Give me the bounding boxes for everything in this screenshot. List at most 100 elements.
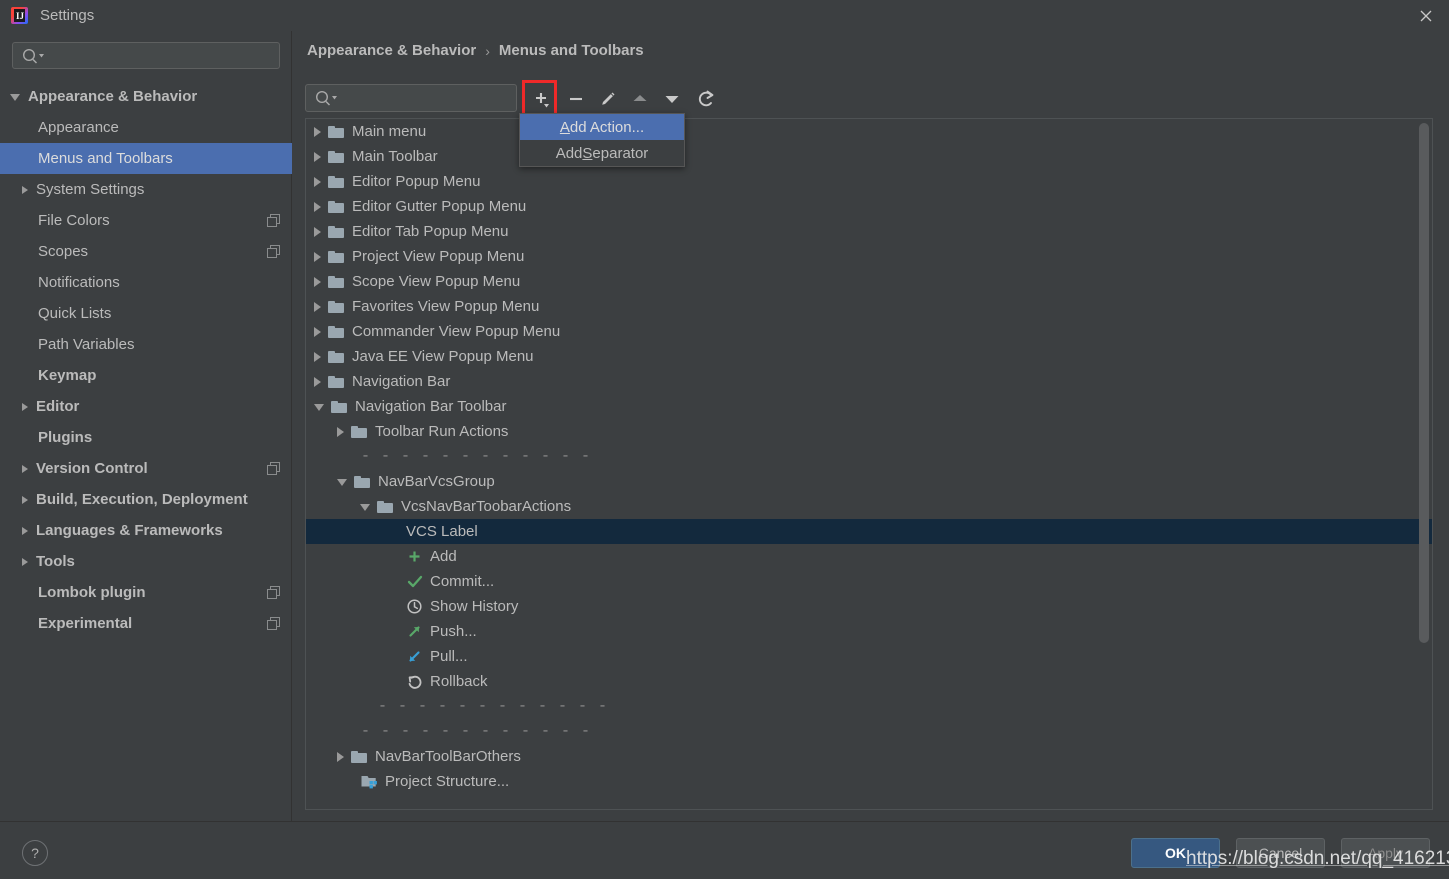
sidebar-item-experimental[interactable]: Experimental	[0, 608, 292, 639]
copy-settings-icon[interactable]	[267, 617, 280, 630]
tree-row[interactable]: VCS Label	[306, 519, 1432, 544]
tree-row[interactable]: Editor Gutter Popup Menu	[306, 194, 1432, 219]
tree-row[interactable]: Java EE View Popup Menu	[306, 344, 1432, 369]
tree-row[interactable]: Navigation Bar	[306, 369, 1432, 394]
tree-row[interactable]: Main Toolbar	[306, 144, 1432, 169]
restore-button[interactable]	[689, 82, 723, 116]
chevron-right-icon[interactable]	[22, 402, 28, 411]
cancel-button[interactable]: Cancel	[1236, 838, 1325, 868]
sidebar-item-scopes[interactable]: Scopes	[0, 236, 292, 267]
copy-settings-icon[interactable]	[267, 245, 280, 258]
sidebar-item-keymap[interactable]: Keymap	[0, 360, 292, 391]
tree-row[interactable]: Commit...	[306, 569, 1432, 594]
menu-item-add-separator[interactable]: Add Separator	[520, 140, 684, 166]
chevron-right-icon[interactable]	[314, 126, 321, 137]
sidebar-item-appearance-behavior[interactable]: Appearance & Behavior	[0, 81, 292, 112]
sidebar-search-input[interactable]	[12, 42, 280, 69]
tree-row[interactable]: Editor Tab Popup Menu	[306, 219, 1432, 244]
tree-row[interactable]: Project View Popup Menu	[306, 244, 1432, 269]
menu-item-add-action[interactable]: Add Action...	[520, 114, 684, 140]
edit-button[interactable]	[591, 82, 625, 116]
sidebar-item-build-execution-deployment[interactable]: Build, Execution, Deployment	[0, 484, 292, 515]
copy-settings-icon[interactable]	[267, 586, 280, 599]
sidebar-item-languages-frameworks[interactable]: Languages & Frameworks	[0, 515, 292, 546]
tree-row[interactable]: Editor Popup Menu	[306, 169, 1432, 194]
tree-row[interactable]: Navigation Bar Toolbar	[306, 394, 1432, 419]
sidebar-item-system-settings[interactable]: System Settings	[0, 174, 292, 205]
sidebar-item-path-variables[interactable]: Path Variables	[0, 329, 292, 360]
help-button[interactable]: ?	[22, 840, 48, 866]
sidebar-item-file-colors[interactable]: File Colors	[0, 205, 292, 236]
chevron-right-icon[interactable]	[314, 176, 321, 187]
chevron-down-icon[interactable]	[360, 504, 370, 511]
undo-icon	[406, 673, 423, 690]
sidebar-item-plugins[interactable]: Plugins	[0, 422, 292, 453]
tree-separator-row[interactable]: - - - - - - - - - - - -	[306, 694, 1432, 719]
tree-separator-row[interactable]: - - - - - - - - - - - -	[306, 719, 1432, 744]
tree-row[interactable]: Toolbar Run Actions	[306, 419, 1432, 444]
close-icon[interactable]	[1403, 0, 1449, 31]
breadcrumb-root[interactable]: Appearance & Behavior	[307, 42, 476, 59]
sidebar-item-tools[interactable]: Tools	[0, 546, 292, 577]
chevron-right-icon[interactable]	[314, 301, 321, 312]
tree-row[interactable]: Show History	[306, 594, 1432, 619]
tree-row[interactable]: Pull...	[306, 644, 1432, 669]
arrow-down-icon	[665, 96, 679, 103]
sidebar-item-menus-and-toolbars[interactable]: Menus and Toolbars	[0, 143, 292, 174]
tree-row[interactable]: Scope View Popup Menu	[306, 269, 1432, 294]
move-down-button[interactable]	[655, 82, 689, 116]
ok-button[interactable]: OK	[1131, 838, 1220, 868]
tree-item-label: VcsNavBarToobarActions	[401, 498, 572, 515]
tree-item-label: Editor Popup Menu	[352, 173, 481, 190]
tree-separator-row[interactable]: - - - - - - - - - - - -	[306, 444, 1432, 469]
tree-row[interactable]: Main menu	[306, 119, 1432, 144]
copy-settings-icon[interactable]	[267, 462, 280, 475]
remove-button[interactable]	[559, 82, 593, 116]
chevron-right-icon[interactable]	[314, 326, 321, 337]
copy-settings-icon[interactable]	[267, 214, 280, 227]
scrollbar-thumb[interactable]	[1419, 123, 1429, 643]
tree-vertical-scrollbar[interactable]	[1419, 123, 1429, 807]
chevron-right-icon[interactable]	[22, 495, 28, 504]
sidebar-item-editor[interactable]: Editor	[0, 391, 292, 422]
chevron-right-icon[interactable]	[314, 226, 321, 237]
tree-row[interactable]: Commander View Popup Menu	[306, 319, 1432, 344]
tree-row[interactable]: Push...	[306, 619, 1432, 644]
chevron-down-icon[interactable]	[337, 479, 347, 486]
chevron-right-icon[interactable]	[314, 276, 321, 287]
chevron-right-icon[interactable]	[22, 185, 28, 194]
move-up-button[interactable]	[623, 82, 657, 116]
tree-row[interactable]: Add	[306, 544, 1432, 569]
chevron-right-icon[interactable]	[314, 251, 321, 262]
sidebar-item-label: Quick Lists	[38, 305, 112, 322]
sidebar-item-appearance[interactable]: Appearance	[0, 112, 292, 143]
tree-row[interactable]: Project Structure...	[306, 769, 1432, 794]
folder-icon	[328, 200, 345, 214]
chevron-down-icon[interactable]	[314, 404, 324, 411]
chevron-right-icon[interactable]	[337, 426, 344, 437]
chevron-right-icon[interactable]	[22, 557, 28, 566]
tree-row[interactable]: Favorites View Popup Menu	[306, 294, 1432, 319]
folder-icon	[328, 325, 345, 339]
chevron-right-icon[interactable]	[314, 376, 321, 387]
menus-tree: Main menu Main Toolbar Editor Popup Menu Ed…	[306, 119, 1432, 794]
sidebar-item-version-control[interactable]: Version Control	[0, 453, 292, 484]
tree-row[interactable]: NavBarToolBarOthers	[306, 744, 1432, 769]
chevron-right-icon[interactable]	[22, 526, 28, 535]
chevron-right-icon[interactable]	[22, 464, 28, 473]
tree-row[interactable]: NavBarVcsGroup	[306, 469, 1432, 494]
chevron-down-icon[interactable]	[10, 94, 20, 101]
apply-button[interactable]: Apply	[1341, 838, 1430, 868]
tree-search-input[interactable]	[305, 84, 517, 112]
sidebar-item-notifications[interactable]: Notifications	[0, 267, 292, 298]
tree-row[interactable]: VcsNavBarToobarActions	[306, 494, 1432, 519]
chevron-right-icon[interactable]	[314, 201, 321, 212]
chevron-right-icon[interactable]	[314, 151, 321, 162]
add-button[interactable]	[524, 82, 558, 116]
chevron-right-icon[interactable]	[314, 351, 321, 362]
breadcrumb: Appearance & Behavior › Menus and Toolba…	[307, 42, 644, 59]
sidebar-item-lombok-plugin[interactable]: Lombok plugin	[0, 577, 292, 608]
tree-row[interactable]: Rollback	[306, 669, 1432, 694]
chevron-right-icon[interactable]	[337, 751, 344, 762]
sidebar-item-quick-lists[interactable]: Quick Lists	[0, 298, 292, 329]
